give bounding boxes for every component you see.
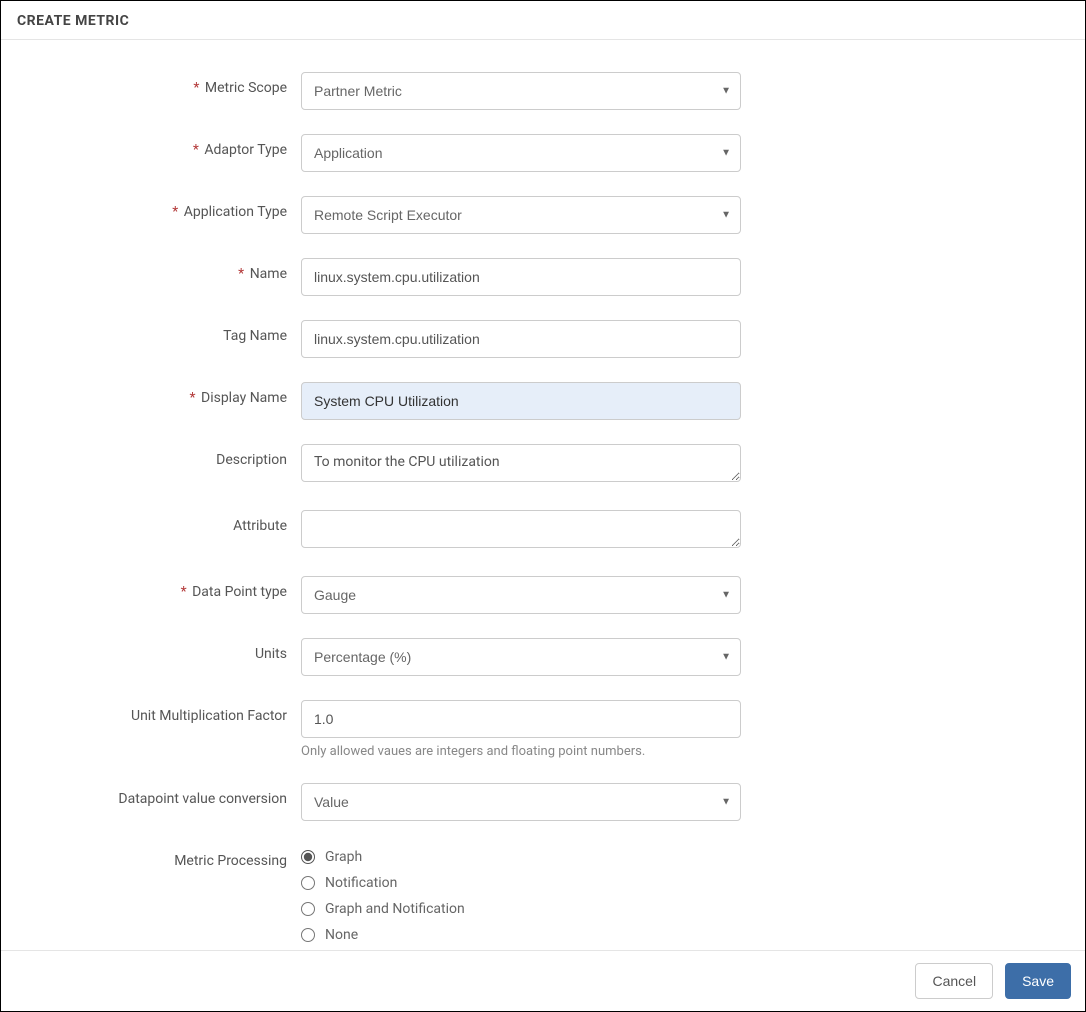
radio-none[interactable]: None [301,927,741,943]
unit-mult-hint: Only allowed vaues are integers and floa… [301,744,741,759]
radio-input-graph-and-notification[interactable] [301,902,315,916]
label-metric-processing: Metric Processing [1,845,301,869]
row-display-name: * Display Name [1,382,1085,420]
modal-header: CREATE METRIC [1,1,1085,40]
description-textarea[interactable]: To monitor the CPU utilization [301,444,741,482]
save-button[interactable]: Save [1005,963,1071,999]
radio-input-none[interactable] [301,928,315,942]
row-metric-scope: * Metric Scope Partner Metric ▼ [1,72,1085,110]
row-units: Units Percentage (%) ▼ [1,638,1085,676]
label-unit-mult: Unit Multiplication Factor [1,700,301,724]
cancel-button[interactable]: Cancel [915,963,993,999]
label-attribute: Attribute [1,510,301,534]
row-attribute: Attribute [1,510,1085,552]
row-dp-conversion: Datapoint value conversion Value ▼ [1,783,1085,821]
display-name-input[interactable] [301,382,741,420]
row-tag-name: Tag Name [1,320,1085,358]
row-metric-processing: Metric Processing Graph Notification Gra… [1,845,1085,950]
label-display-name: * Display Name [1,382,301,406]
label-name: * Name [1,258,301,282]
adaptor-type-select[interactable]: Application [301,134,741,172]
row-adaptor-type: * Adaptor Type Application ▼ [1,134,1085,172]
data-point-type-select[interactable]: Gauge [301,576,741,614]
name-input[interactable] [301,258,741,296]
metric-processing-radio-group: Graph Notification Graph and Notificatio… [301,845,741,943]
label-dp-conversion: Datapoint value conversion [1,783,301,807]
radio-notification[interactable]: Notification [301,875,741,891]
label-data-point-type: * Data Point type [1,576,301,600]
radio-input-graph[interactable] [301,850,315,864]
row-data-point-type: * Data Point type Gauge ▼ [1,576,1085,614]
attribute-textarea[interactable] [301,510,741,548]
row-application-type: * Application Type Remote Script Executo… [1,196,1085,234]
label-description: Description [1,444,301,468]
label-units: Units [1,638,301,662]
radio-graph[interactable]: Graph [301,849,741,865]
page-title: CREATE METRIC [17,13,1069,29]
row-name: * Name [1,258,1085,296]
unit-mult-input[interactable] [301,700,741,738]
label-adaptor-type: * Adaptor Type [1,134,301,158]
dp-conversion-select[interactable]: Value [301,783,741,821]
metric-scope-select[interactable]: Partner Metric [301,72,741,110]
row-unit-mult: Unit Multiplication Factor Only allowed … [1,700,1085,759]
tag-name-input[interactable] [301,320,741,358]
radio-graph-and-notification[interactable]: Graph and Notification [301,901,741,917]
label-tag-name: Tag Name [1,320,301,344]
radio-input-notification[interactable] [301,876,315,890]
application-type-select[interactable]: Remote Script Executor [301,196,741,234]
form-body: * Metric Scope Partner Metric ▼ * Adapto… [1,40,1085,950]
units-select[interactable]: Percentage (%) [301,638,741,676]
label-application-type: * Application Type [1,196,301,220]
modal-footer: Cancel Save [1,950,1085,1011]
label-metric-scope: * Metric Scope [1,72,301,96]
row-description: Description To monitor the CPU utilizati… [1,444,1085,486]
